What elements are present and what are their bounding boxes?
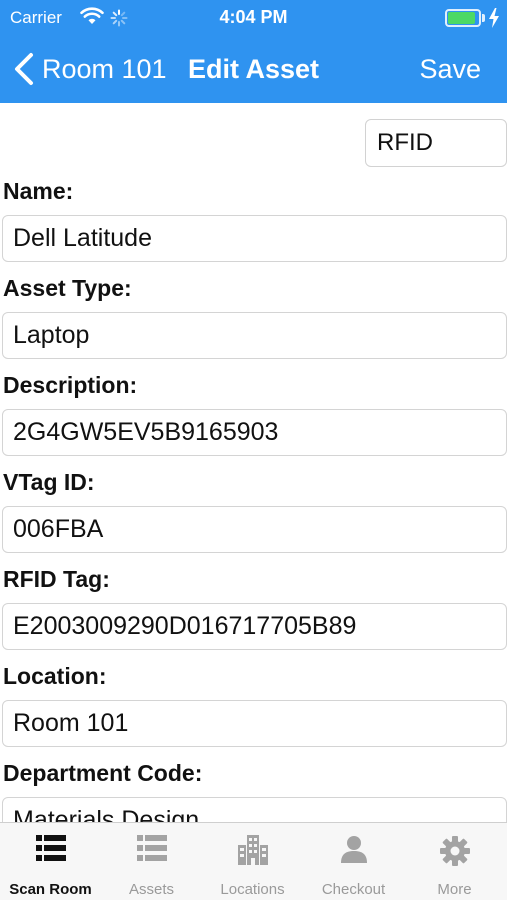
tab-assets[interactable]: Assets [101,823,202,900]
edit-asset-form: RFID Name: Dell Latitude Asset Type: Lap… [0,103,507,822]
asset-type-label: Asset Type: [3,275,132,301]
tab-more-label: More [437,881,472,898]
location-field[interactable]: Room 101 [2,700,507,747]
tab-assets-label: Assets [128,881,174,898]
battery-level-fill [448,12,475,24]
tab-locations[interactable]: Locations [202,823,303,900]
tab-scan-room[interactable]: Scan Room [0,823,101,900]
status-bar: Carrier 4:04 PM [0,0,507,38]
building-icon [237,835,268,865]
department-code-label: Department Code: [3,760,203,786]
list-icon [136,835,167,861]
rfid-button[interactable]: RFID [365,119,507,167]
person-icon [340,836,367,863]
tab-more[interactable]: More [404,823,505,900]
department-code-field[interactable]: Materials Design [2,797,507,822]
navigation-bar: Room 101 Edit Asset Save [0,40,507,100]
battery-cap [482,14,485,22]
charging-bolt-icon [489,8,499,33]
asset-type-field[interactable]: Laptop [2,312,507,359]
gear-icon [439,836,470,866]
tab-locations-label: Locations [220,881,285,898]
rfid-tag-label: RFID Tag: [3,566,110,592]
tab-checkout[interactable]: Checkout [303,823,404,900]
tab-scan-room-label: Scan Room [9,881,92,898]
tab-checkout-label: Checkout [321,881,386,898]
battery-icon [445,9,481,27]
location-label: Location: [3,663,107,689]
name-label: Name: [3,178,74,204]
name-field[interactable]: Dell Latitude [2,215,507,262]
vtag-id-label: VTag ID: [3,469,95,495]
save-button[interactable]: Save [419,54,481,85]
rfid-tag-field[interactable]: E2003009290D016717705B89 [2,603,507,650]
description-field[interactable]: 2G4GW5EV5B9165903 [2,409,507,456]
vtag-id-field[interactable]: 006FBA [2,506,507,553]
header: Carrier 4:04 PM Room 101 Edit Asset Save [0,0,507,103]
status-time: 4:04 PM [219,7,288,27]
tab-bar: Scan Room Assets Locations Checkout More [0,822,507,900]
list-icon [35,835,66,861]
description-label: Description: [3,372,138,398]
